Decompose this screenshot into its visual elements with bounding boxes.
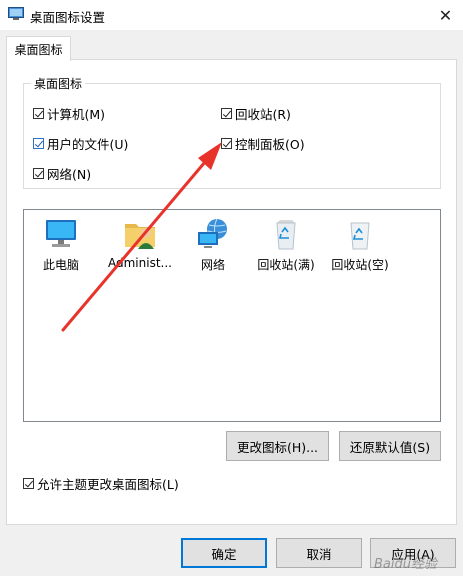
annotation-arrow	[61, 142, 222, 332]
watermark: Baidu经验	[374, 557, 437, 572]
tab-desktop-icons[interactable]: 桌面图标	[6, 36, 71, 61]
